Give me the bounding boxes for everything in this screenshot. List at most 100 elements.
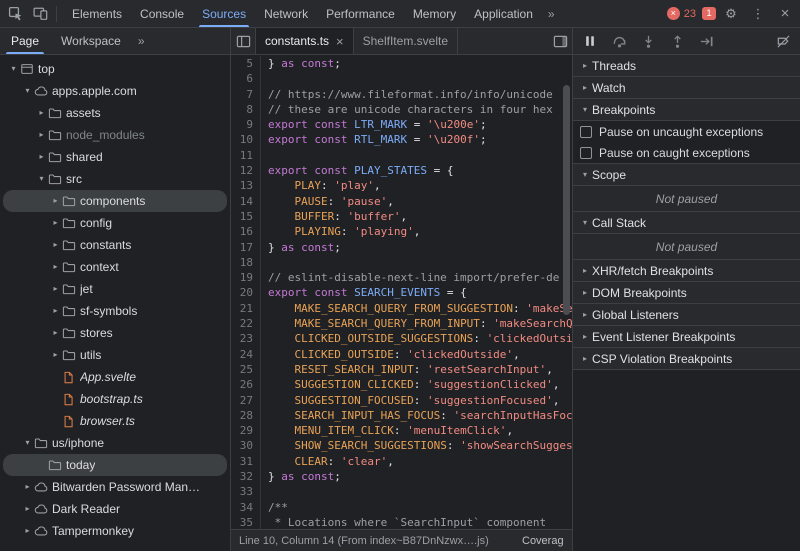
chevron-down-icon[interactable]: ▾ xyxy=(21,439,34,447)
line-number[interactable]: 23 xyxy=(231,331,261,347)
tree-item-src[interactable]: ▾ src xyxy=(3,168,227,190)
step-over-icon[interactable] xyxy=(611,33,627,49)
line-number[interactable]: 19 xyxy=(231,270,261,286)
chevron-right-icon[interactable]: ▸ xyxy=(49,285,62,293)
line-number[interactable]: 35 xyxy=(231,514,261,529)
more-panels-chevron[interactable]: » xyxy=(542,0,561,27)
tree-item-bitwarden-password-man[interactable]: ▸ Bitwarden Password Man… xyxy=(3,476,227,498)
line-number[interactable]: 22 xyxy=(231,316,261,332)
chevron-right-icon[interactable]: ▸ xyxy=(49,329,62,337)
line-number[interactable]: 15 xyxy=(231,208,261,225)
section-breakpoints[interactable]: ▾ Breakpoints xyxy=(573,99,800,121)
chevron-down-icon[interactable]: ▾ xyxy=(7,65,20,73)
error-badge[interactable]: × 23 xyxy=(664,7,699,20)
tree-item-constants[interactable]: ▸ constants xyxy=(3,234,227,256)
chevron-right-icon[interactable]: ▸ xyxy=(21,527,34,535)
line-number[interactable]: 5 xyxy=(231,56,261,72)
chevron-right-icon[interactable]: ▸ xyxy=(35,131,48,139)
tab-memory[interactable]: Memory xyxy=(404,0,465,27)
tree-item-us-iphone[interactable]: ▾ us/iphone xyxy=(3,432,227,454)
line-number[interactable]: 21 xyxy=(231,300,261,317)
tree-item-node-modules[interactable]: ▸ node_modules xyxy=(3,124,227,146)
section-global-listeners[interactable]: ▸ Global Listeners xyxy=(573,304,800,326)
tree-item-shared[interactable]: ▸ shared xyxy=(3,146,227,168)
line-number[interactable]: 6 xyxy=(231,71,261,87)
step-icon[interactable] xyxy=(698,33,714,49)
tree-item-bootstrap-ts[interactable]: bootstrap.ts xyxy=(3,388,227,410)
tab-console[interactable]: Console xyxy=(131,0,193,27)
tree-item-apps-apple-com[interactable]: ▾ apps.apple.com xyxy=(3,80,227,102)
inspect-element-icon[interactable] xyxy=(3,2,27,26)
chevron-down-icon[interactable]: ▾ xyxy=(21,87,34,95)
tree-item-top[interactable]: ▾ top xyxy=(3,58,227,80)
line-number[interactable]: 10 xyxy=(231,132,261,148)
sidebar-tab-page[interactable]: Page xyxy=(0,28,50,54)
chevron-right-icon[interactable]: ▸ xyxy=(35,109,48,117)
checkbox[interactable] xyxy=(580,146,592,159)
pause-icon[interactable] xyxy=(582,33,598,49)
more-sidebar-tabs-chevron[interactable]: » xyxy=(132,28,151,54)
step-out-icon[interactable] xyxy=(669,33,685,49)
chevron-right-icon[interactable]: ▸ xyxy=(35,153,48,161)
line-number[interactable]: 34 xyxy=(231,499,261,515)
chevron-right-icon[interactable]: ▸ xyxy=(49,307,62,315)
device-toolbar-icon[interactable] xyxy=(28,2,52,26)
line-number[interactable]: 29 xyxy=(231,423,261,439)
close-devtools-icon[interactable]: × xyxy=(773,2,797,26)
tree-item-context[interactable]: ▸ context xyxy=(3,256,227,278)
section-threads[interactable]: ▸ Threads xyxy=(573,55,800,77)
section-call-stack[interactable]: ▾ Call Stack xyxy=(573,212,800,234)
line-number[interactable]: 12 xyxy=(231,163,261,179)
tree-item-assets[interactable]: ▸ assets xyxy=(3,102,227,124)
deactivate-breakpoints-icon[interactable] xyxy=(775,33,791,49)
editor-scrollbar[interactable] xyxy=(563,85,570,315)
line-number[interactable]: 18 xyxy=(231,254,261,271)
tree-item-tampermonkey[interactable]: ▸ Tampermonkey xyxy=(3,520,227,542)
tree-item-dark-reader[interactable]: ▸ Dark Reader xyxy=(3,498,227,520)
line-number[interactable]: 13 xyxy=(231,178,261,194)
tab-network[interactable]: Network xyxy=(255,0,317,27)
line-number[interactable]: 26 xyxy=(231,377,261,393)
tab-elements[interactable]: Elements xyxy=(63,0,131,27)
chevron-right-icon[interactable]: ▸ xyxy=(49,219,62,227)
line-number[interactable]: 16 xyxy=(231,224,261,240)
line-number[interactable]: 30 xyxy=(231,438,261,454)
line-number[interactable]: 8 xyxy=(231,101,261,118)
chevron-right-icon[interactable]: ▸ xyxy=(49,263,62,271)
checkbox-row-pause-on-caught-exceptions[interactable]: Pause on caught exceptions xyxy=(573,142,800,163)
tree-item-stores[interactable]: ▸ stores xyxy=(3,322,227,344)
tree-item-utils[interactable]: ▸ utils xyxy=(3,344,227,366)
step-into-icon[interactable] xyxy=(640,33,656,49)
section-csp-violation-breakpoints[interactable]: ▸ CSP Violation Breakpoints xyxy=(573,348,800,370)
line-number[interactable]: 11 xyxy=(231,147,261,164)
section-event-listener-breakpoints[interactable]: ▸ Event Listener Breakpoints xyxy=(573,326,800,348)
tree-item-browser-ts[interactable]: browser.ts xyxy=(3,410,227,432)
chevron-right-icon[interactable]: ▸ xyxy=(49,241,62,249)
chevron-right-icon[interactable]: ▸ xyxy=(21,483,34,491)
tree-item-app-svelte[interactable]: App.svelte xyxy=(3,366,227,388)
line-number[interactable]: 17 xyxy=(231,239,261,255)
line-number[interactable]: 25 xyxy=(231,361,261,378)
editor-tab-shelfitem-svelte[interactable]: ShelfItem.svelte xyxy=(354,28,458,54)
line-number[interactable]: 9 xyxy=(231,117,261,133)
section-dom-breakpoints[interactable]: ▸ DOM Breakpoints xyxy=(573,282,800,304)
chevron-right-icon[interactable]: ▸ xyxy=(21,505,34,513)
tree-item-sf-symbols[interactable]: ▸ sf-symbols xyxy=(3,300,227,322)
settings-gear-icon[interactable]: ⚙ xyxy=(719,2,743,26)
issues-badge[interactable]: 1 xyxy=(702,7,716,20)
editor-tab-constants-ts[interactable]: constants.ts × xyxy=(255,28,354,54)
tab-sources[interactable]: Sources xyxy=(193,0,255,27)
chevron-right-icon[interactable]: ▸ xyxy=(49,351,62,359)
checkbox[interactable] xyxy=(580,125,592,138)
sidebar-tab-workspace[interactable]: Workspace xyxy=(50,28,132,54)
checkbox-row-pause-on-uncaught-exceptions[interactable]: Pause on uncaught exceptions xyxy=(573,121,800,142)
chevron-right-icon[interactable]: ▸ xyxy=(49,197,62,205)
tab-performance[interactable]: Performance xyxy=(317,0,404,27)
line-number[interactable]: 14 xyxy=(231,193,261,209)
tab-application[interactable]: Application xyxy=(465,0,542,27)
code-editor[interactable]: 5} as const; 6 7 // https://www.fileformat.… xyxy=(231,55,572,529)
coverage-status[interactable]: Coverage xyxy=(522,535,564,547)
line-number[interactable]: 31 xyxy=(231,453,261,470)
chevron-down-icon[interactable]: ▾ xyxy=(35,175,48,183)
section-watch[interactable]: ▸ Watch xyxy=(573,77,800,99)
